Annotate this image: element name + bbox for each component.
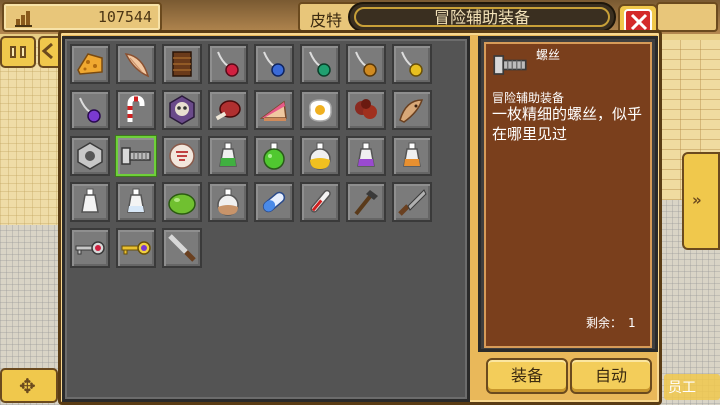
item-slot-coin-badge[interactable]	[162, 136, 202, 176]
item-slot-wood-brush[interactable]	[346, 182, 386, 222]
item-slot-green-potion[interactable]	[208, 136, 248, 176]
hex-nut-icon	[77, 142, 103, 170]
window-title: 冒险辅助装备	[354, 7, 610, 27]
fried-egg-icon	[308, 99, 332, 122]
item-slot-orange-potion[interactable]	[392, 136, 432, 176]
pause-icon	[10, 46, 16, 58]
detail-item-count: 剩余： 1	[586, 314, 642, 331]
red-herb-icon	[355, 99, 377, 119]
item-slot-blue-capsule[interactable]	[254, 182, 294, 222]
item-slot-screw-selected[interactable]	[116, 136, 156, 176]
amber-amulet-icon	[355, 51, 377, 77]
wooden-crate-icon	[172, 51, 192, 77]
cake-slice-icon	[259, 100, 287, 121]
pause-icon	[20, 46, 26, 58]
green-flask-icon	[263, 142, 285, 170]
count-value: 1	[628, 316, 636, 330]
item-slot-red-herb[interactable]	[346, 90, 386, 130]
detail-item-description: 一枚精细的螺丝，似乎在哪里见过	[492, 105, 643, 143]
item-slot-meat[interactable]	[208, 90, 248, 130]
orange-potion-icon	[403, 142, 421, 167]
blue-capsule-icon	[262, 191, 286, 213]
item-slot-candy-cane[interactable]	[116, 90, 156, 130]
item-slot-red-amulet[interactable]	[208, 44, 248, 84]
auto-equip-button[interactable]: 自动	[570, 358, 652, 394]
item-slot-shell[interactable]	[116, 44, 156, 84]
green-slime-icon	[168, 193, 196, 215]
empty-bottle-icon	[81, 188, 99, 213]
brown-potion-icon	[217, 188, 239, 216]
item-slot-knife[interactable]	[162, 228, 202, 268]
skull-badge-icon	[169, 95, 195, 125]
item-slot-white-potion[interactable]	[116, 182, 156, 222]
screw-icon	[493, 55, 527, 75]
window-title-bar: 冒险辅助装备	[348, 2, 616, 32]
red-key-icon	[75, 241, 105, 255]
money-stack-icon	[15, 11, 32, 27]
coin-badge-icon	[169, 143, 195, 169]
top-right-frame	[656, 2, 718, 32]
gold-amulet-icon	[401, 51, 423, 77]
item-slot-dried-fish[interactable]	[392, 90, 432, 130]
screw-icon	[121, 147, 151, 165]
candy-cane-icon	[127, 95, 145, 122]
pause-button[interactable]	[0, 36, 36, 68]
count-label: 剩余：	[586, 316, 623, 330]
sponge-icon	[77, 53, 103, 75]
item-slot-hex-nut[interactable]	[70, 136, 110, 176]
thermometer-icon	[310, 189, 331, 213]
dpad-icon: ✥	[19, 374, 36, 398]
item-slot-yellow-flask[interactable]	[300, 136, 340, 176]
detail-item-name: 螺丝	[536, 48, 561, 62]
item-slot-green-amulet[interactable]	[300, 44, 340, 84]
item-slot-red-key[interactable]	[70, 228, 110, 268]
move-control-button[interactable]: ✥	[0, 368, 58, 403]
item-slot-green-flask[interactable]	[254, 136, 294, 176]
dried-fish-icon	[399, 99, 424, 123]
arrow-left-icon	[41, 42, 53, 60]
item-slot-skull-badge[interactable]	[162, 90, 202, 130]
red-amulet-icon	[217, 51, 239, 77]
next-page-button[interactable]: »	[682, 152, 720, 250]
item-slot-brown-potion[interactable]	[208, 182, 248, 222]
item-slot-thermometer[interactable]	[300, 182, 340, 222]
hand-saw-icon	[398, 189, 427, 216]
wood-brush-icon	[354, 190, 378, 216]
shell-horn-icon	[124, 53, 150, 78]
white-potion-icon	[127, 188, 145, 213]
staff-label: 员工	[664, 374, 720, 400]
item-slot-amber-amulet[interactable]	[346, 44, 386, 84]
item-detail-panel	[484, 42, 652, 348]
item-slot-gold-key[interactable]	[116, 228, 156, 268]
item-slot-purple-amulet[interactable]	[70, 90, 110, 130]
double-chevron-right-icon: »	[692, 191, 702, 209]
green-potion-icon	[219, 142, 237, 167]
purple-potion-icon	[357, 142, 375, 167]
gold-key-icon	[121, 241, 151, 255]
purple-amulet-icon	[79, 97, 101, 123]
meat-icon	[215, 100, 241, 121]
item-slot-empty-bottle[interactable]	[70, 182, 110, 222]
item-slot-sponge[interactable]	[70, 44, 110, 84]
green-amulet-icon	[309, 51, 331, 77]
item-slot-gold-amulet[interactable]	[392, 44, 432, 84]
back-button[interactable]	[38, 36, 60, 68]
item-slot-blue-amulet[interactable]	[254, 44, 294, 84]
blue-amulet-icon	[263, 51, 285, 77]
detail-item-icon	[490, 47, 530, 83]
item-slot-cake[interactable]	[254, 90, 294, 130]
yellow-flask-icon	[309, 142, 331, 170]
item-slot-purple-potion[interactable]	[346, 136, 386, 176]
item-slot-green-slime[interactable]	[162, 182, 202, 222]
item-slot-fried-egg[interactable]	[300, 90, 340, 130]
item-slot-crate[interactable]	[162, 44, 202, 84]
equip-button[interactable]: 装备	[486, 358, 568, 394]
item-slot-hand-saw[interactable]	[392, 182, 432, 222]
knife-icon	[168, 234, 196, 262]
money-display: 107544	[2, 2, 162, 32]
money-value: 107544	[97, 8, 152, 26]
